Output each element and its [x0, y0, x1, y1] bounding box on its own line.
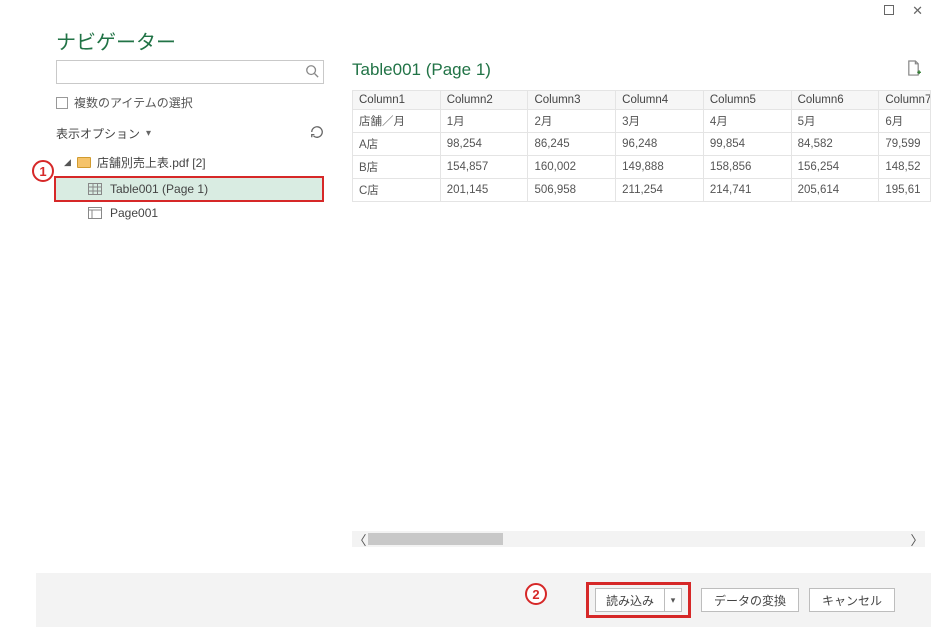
table-icon	[88, 183, 102, 195]
display-options-label: 表示オプション	[56, 125, 140, 142]
column-header[interactable]: Column1	[353, 91, 441, 110]
navigator-tree: ◢ 店舗別売上表.pdf [2] Table001 (Page 1) Page0…	[56, 150, 324, 224]
scroll-track[interactable]	[368, 532, 909, 546]
maximize-button[interactable]	[884, 4, 894, 17]
table-header-row: Column1 Column2 Column3 Column4 Column5 …	[353, 91, 931, 110]
scroll-left-icon[interactable]: 〈	[352, 530, 368, 549]
callout-1: 1	[32, 160, 54, 182]
table-cell: 160,002	[528, 156, 616, 179]
checkbox-icon	[56, 97, 68, 109]
column-header[interactable]: Column6	[791, 91, 879, 110]
table-cell: 195,61	[879, 179, 931, 202]
column-header[interactable]: Column4	[616, 91, 704, 110]
add-page-icon[interactable]	[906, 60, 921, 80]
dialog-title: ナビゲーター	[56, 26, 176, 55]
multi-select-label: 複数のアイテムの選択	[74, 94, 193, 111]
folder-icon	[77, 157, 91, 168]
callout-1-highlight: Table001 (Page 1)	[54, 176, 324, 202]
scroll-right-icon[interactable]: 〉	[909, 530, 925, 549]
table-cell: 6月	[879, 110, 931, 133]
multi-select-checkbox[interactable]: 複数のアイテムの選択	[56, 94, 324, 111]
callout-2: 2	[525, 583, 547, 605]
table-cell: 201,145	[440, 179, 528, 202]
table-cell: 86,245	[528, 133, 616, 156]
table-cell: 149,888	[616, 156, 704, 179]
callout-2-highlight: 読み込み ▾	[586, 582, 691, 618]
table-cell: 205,614	[791, 179, 879, 202]
chevron-down-icon: ▾	[146, 128, 151, 139]
preview-title: Table001 (Page 1)	[352, 60, 491, 80]
table-cell: 154,857	[440, 156, 528, 179]
column-header[interactable]: Column5	[703, 91, 791, 110]
table-row[interactable]: 店舗／月1月2月3月4月5月6月	[353, 110, 931, 133]
table-cell: 211,254	[616, 179, 704, 202]
chevron-down-icon[interactable]: ▾	[665, 595, 681, 606]
refresh-icon[interactable]	[310, 125, 324, 142]
display-options-dropdown[interactable]: 表示オプション ▾	[56, 125, 151, 142]
table-cell: 1月	[440, 110, 528, 133]
table-cell: 158,856	[703, 156, 791, 179]
table-cell: B店	[353, 156, 441, 179]
dialog-footer: 読み込み ▾ データの変換 キャンセル	[36, 573, 931, 627]
scroll-thumb[interactable]	[368, 533, 503, 545]
table-cell: 3月	[616, 110, 704, 133]
table-cell: 96,248	[616, 133, 704, 156]
tree-item-label: Table001 (Page 1)	[110, 182, 208, 196]
table-cell: 148,52	[879, 156, 931, 179]
table-cell: 214,741	[703, 179, 791, 202]
table-cell: 2月	[528, 110, 616, 133]
search-icon	[305, 64, 319, 81]
table-row[interactable]: A店98,25486,24596,24899,85484,58279,599	[353, 133, 931, 156]
table-row[interactable]: C店201,145506,958211,254214,741205,614195…	[353, 179, 931, 202]
close-button[interactable]: ✕	[912, 4, 923, 17]
table-cell: 店舗／月	[353, 110, 441, 133]
cancel-button[interactable]: キャンセル	[809, 588, 895, 612]
tree-item-table001[interactable]: Table001 (Page 1)	[56, 178, 322, 200]
table-cell: 99,854	[703, 133, 791, 156]
collapse-icon: ◢	[64, 157, 71, 168]
table-cell: 5月	[791, 110, 879, 133]
table-cell: 98,254	[440, 133, 528, 156]
tree-item-page001[interactable]: Page001	[56, 202, 324, 224]
table-cell: C店	[353, 179, 441, 202]
tree-root-label: 店舗別売上表.pdf [2]	[97, 154, 206, 171]
preview-table: Column1 Column2 Column3 Column4 Column5 …	[352, 90, 931, 202]
search-input-wrap[interactable]	[56, 60, 324, 84]
tree-item-label: Page001	[110, 206, 158, 220]
load-button-label: 読み込み	[596, 589, 665, 611]
table-cell: 156,254	[791, 156, 879, 179]
table-row[interactable]: B店154,857160,002149,888158,856156,254148…	[353, 156, 931, 179]
tree-root[interactable]: ◢ 店舗別売上表.pdf [2]	[56, 150, 324, 174]
load-button[interactable]: 読み込み ▾	[595, 588, 682, 612]
column-header[interactable]: Column3	[528, 91, 616, 110]
search-input[interactable]	[61, 65, 305, 79]
column-header[interactable]: Column7	[879, 91, 931, 110]
horizontal-scrollbar[interactable]: 〈 〉	[352, 531, 925, 547]
column-header[interactable]: Column2	[440, 91, 528, 110]
table-cell: 84,582	[791, 133, 879, 156]
page-icon	[88, 207, 102, 219]
table-cell: 506,958	[528, 179, 616, 202]
transform-data-button[interactable]: データの変換	[701, 588, 799, 612]
table-cell: 79,599	[879, 133, 931, 156]
table-cell: A店	[353, 133, 441, 156]
table-cell: 4月	[703, 110, 791, 133]
